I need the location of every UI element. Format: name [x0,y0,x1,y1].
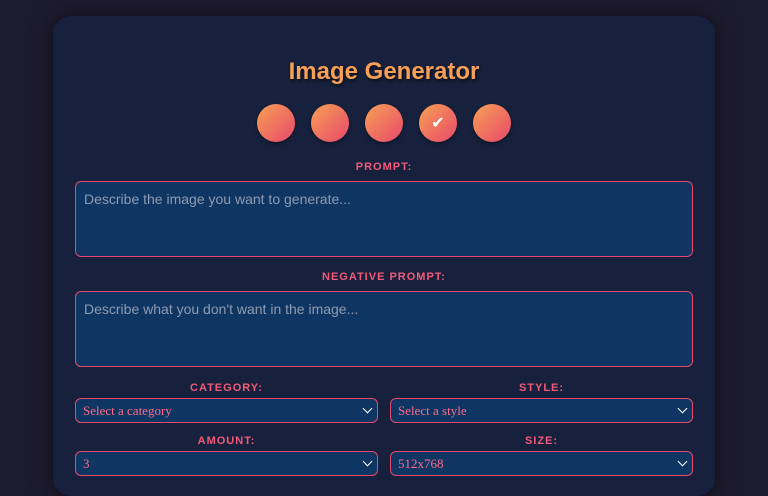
chevron-down-icon [677,456,688,467]
prompt-input[interactable] [75,181,693,257]
category-select[interactable]: Select a category [75,398,378,423]
prompt-label: PROMPT: [355,161,413,173]
amount-select-value: 3 [83,455,90,471]
size-select-value: 512x768 [398,455,444,471]
page-title: Image Generator [288,58,480,85]
category-select-value: Select a category [83,402,172,418]
style-label: STYLE: [518,382,565,394]
size-select[interactable]: 512x768 [390,451,693,476]
icon-toolbar: ✔ [257,104,511,142]
size-label: SIZE: [524,435,559,447]
chevron-down-icon [362,403,373,414]
amount-label: AMOUNT: [197,435,256,447]
style-select-value: Select a style [398,402,467,418]
negative-prompt-label: NEGATIVE PROMPT: [322,271,446,283]
image-icon[interactable] [257,104,295,142]
check-icon[interactable]: ✔ [419,104,457,142]
negative-prompt-input[interactable] [75,291,693,367]
amount-select[interactable]: 3 [75,451,378,476]
share-icon[interactable] [473,104,511,142]
chevron-down-icon [677,403,688,414]
chevron-down-icon [362,456,373,467]
history-icon[interactable] [311,104,349,142]
settings-icon[interactable] [365,104,403,142]
category-label: CATEGORY: [190,382,263,394]
style-select[interactable]: Select a style [390,398,693,423]
check-icon-glyph: ✔ [431,115,445,132]
